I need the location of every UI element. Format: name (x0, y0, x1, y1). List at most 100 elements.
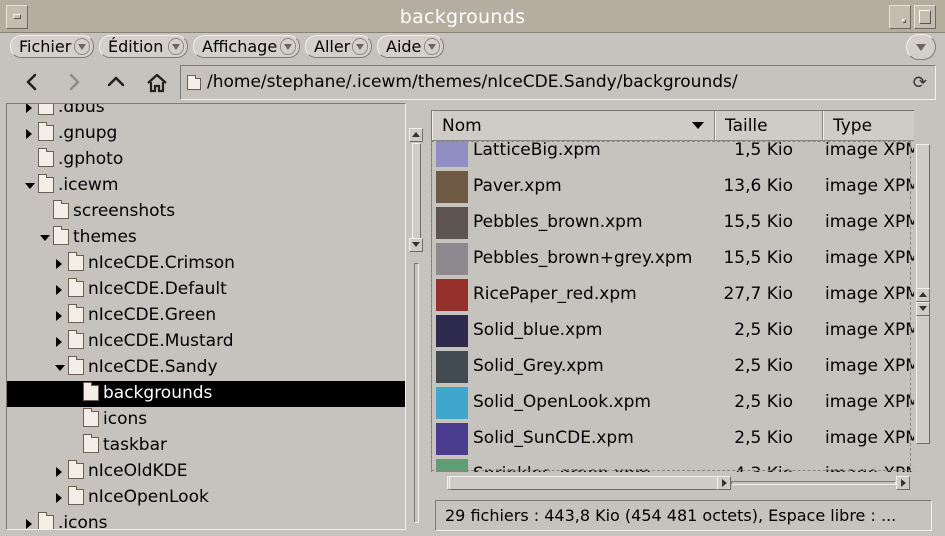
tree-item[interactable]: .icewm (7, 173, 405, 199)
file-row[interactable]: Solid_SunCDE.xpm 2,5 Kio image XPM (432, 421, 914, 457)
tree-item[interactable]: nIceOldKDE (7, 459, 405, 485)
arrow-left-icon (26, 73, 37, 91)
tree-item[interactable]: icons (7, 407, 405, 433)
window-title: backgrounds (399, 6, 526, 28)
menu-affichage[interactable]: Affichage (193, 35, 300, 58)
menu-label: Affichage (202, 37, 278, 56)
collapsed-triangle-icon[interactable] (56, 337, 62, 347)
window-menu-button[interactable] (6, 5, 28, 29)
collapsed-triangle-icon[interactable] (56, 493, 62, 503)
image-thumbnail-icon (436, 423, 468, 455)
scroll-right-arrow-icon[interactable] (717, 476, 731, 490)
menu-aller[interactable]: Aller (305, 35, 372, 58)
folder-icon (68, 460, 84, 479)
tree-item[interactable]: .gnupg (7, 121, 405, 147)
expanded-triangle-icon[interactable] (40, 235, 50, 241)
menu-edition[interactable]: Édition (99, 35, 188, 58)
column-header-size[interactable]: Taille (715, 111, 823, 140)
collapsed-triangle-icon[interactable] (26, 104, 32, 113)
tree-item-label: themes (73, 227, 137, 247)
file-row[interactable]: Solid_Grey.xpm 2,5 Kio image XPM (432, 349, 914, 385)
menu-aide[interactable]: Aide (377, 35, 444, 58)
collapsed-triangle-icon[interactable] (56, 259, 62, 269)
tree-item[interactable]: taskbar (7, 433, 405, 459)
forward-button[interactable] (57, 65, 91, 99)
file-size: 15,5 Kio (723, 248, 793, 268)
column-header-type[interactable]: Type (823, 111, 914, 140)
file-row[interactable]: Pebbles_brown.xpm 15,5 Kio image XPM (432, 205, 914, 241)
file-row[interactable]: Solid_blue.xpm 2,5 Kio image XPM (432, 313, 914, 349)
menu-label: Fichier (19, 37, 72, 56)
scrollbar-track[interactable] (731, 481, 896, 485)
file-size: 27,7 Kio (723, 284, 793, 304)
column-label: Taille (725, 116, 768, 136)
title-bar: backgrounds (0, 0, 945, 33)
scrollbar-track[interactable] (414, 263, 419, 523)
location-bar[interactable]: /home/stephane/.icewm/themes/nIceCDE.San… (180, 65, 936, 100)
tree-item[interactable]: nIceOpenLook (7, 485, 405, 511)
file-row[interactable]: Solid_OpenLook.xpm 2,5 Kio image XPM (432, 385, 914, 421)
tree-item[interactable]: nIceCDE.Crimson (7, 251, 405, 277)
scrollbar-thumb[interactable] (412, 143, 421, 243)
collapsed-triangle-icon[interactable] (56, 285, 62, 295)
tree-item-label: .icons (58, 513, 108, 530)
collapsed-triangle-icon[interactable] (56, 467, 62, 477)
horizontal-scrollbar[interactable] (431, 473, 914, 493)
home-button[interactable] (139, 65, 173, 99)
tree-item[interactable]: nIceCDE.Green (7, 303, 405, 329)
tree-item-label: nIceOldKDE (88, 461, 188, 481)
scrollbar-thumb[interactable] (449, 476, 731, 490)
image-thumbnail-icon (436, 459, 468, 472)
file-list-scrollbar[interactable] (914, 110, 932, 472)
scroll-right-arrow-icon[interactable] (896, 476, 910, 490)
tree-item-label: icons (103, 409, 148, 429)
expanded-triangle-icon[interactable] (25, 183, 35, 189)
up-button[interactable] (99, 65, 133, 99)
image-thumbnail-icon (436, 171, 468, 203)
scroll-up-arrow-icon[interactable] (916, 288, 930, 302)
tree-item[interactable]: themes (7, 225, 405, 251)
file-type: image XPM (825, 392, 914, 412)
menu-fichier[interactable]: Fichier (10, 35, 94, 58)
file-size: 13,6 Kio (723, 176, 793, 196)
tree-item[interactable]: .dbus (7, 104, 405, 121)
collapsed-triangle-icon[interactable] (56, 311, 62, 321)
file-size: 2,5 Kio (734, 392, 793, 412)
tree-scrollbar[interactable] (407, 103, 425, 530)
tree-item[interactable]: nIceCDE.Mustard (7, 329, 405, 355)
tree-item[interactable]: backgrounds (7, 381, 405, 407)
tree-item[interactable]: .icons (7, 511, 405, 530)
collapsed-triangle-icon[interactable] (26, 129, 32, 139)
file-list[interactable]: LatticeBig.xpm 1,5 Kio image XPM Paver.xpm 1… (431, 110, 914, 472)
arrow-up-icon (107, 76, 125, 87)
file-row[interactable]: Pebbles_brown+grey.xpm 15,5 Kio image XPM (432, 241, 914, 277)
file-name: Solid_blue.xpm (473, 320, 603, 340)
back-button[interactable] (15, 65, 49, 99)
folder-icon (38, 512, 54, 529)
tree-item[interactable]: nIceCDE.Default (7, 277, 405, 303)
tree-item[interactable]: nIceCDE.Sandy (7, 355, 405, 381)
menu-overflow-button[interactable] (906, 34, 936, 60)
scroll-up-arrow-icon[interactable] (409, 128, 423, 142)
maximize-button[interactable] (914, 5, 936, 29)
collapsed-triangle-icon[interactable] (26, 519, 32, 529)
file-row[interactable]: Sprinkles_green.xpm 4,3 Kio image XPM (432, 457, 914, 472)
minimize-button[interactable] (889, 5, 911, 29)
file-size: 1,5 Kio (734, 140, 793, 160)
scroll-down-arrow-icon[interactable] (916, 302, 930, 316)
tree-item-label: nIceCDE.Sandy (88, 357, 218, 377)
expanded-triangle-icon[interactable] (55, 365, 65, 371)
folder-tree[interactable]: .dbus .gnupg .gphoto .icewm screenshots theme… (6, 103, 406, 530)
file-row[interactable]: RicePaper_red.xpm 27,7 Kio image XPM (432, 277, 914, 313)
file-name: LatticeBig.xpm (473, 140, 601, 160)
scroll-down-arrow-icon[interactable] (409, 238, 423, 252)
tree-item-label: backgrounds (103, 383, 213, 403)
chevron-down-icon (424, 38, 440, 55)
tree-item[interactable]: .gphoto (7, 147, 405, 173)
folder-icon (83, 408, 99, 427)
column-header-name[interactable]: Nom (432, 111, 715, 140)
tree-item[interactable]: screenshots (7, 199, 405, 225)
file-row[interactable]: Paver.xpm 13,6 Kio image XPM (432, 169, 914, 205)
file-name: Paver.xpm (473, 176, 562, 196)
reload-icon[interactable]: ⟳ (913, 73, 927, 93)
